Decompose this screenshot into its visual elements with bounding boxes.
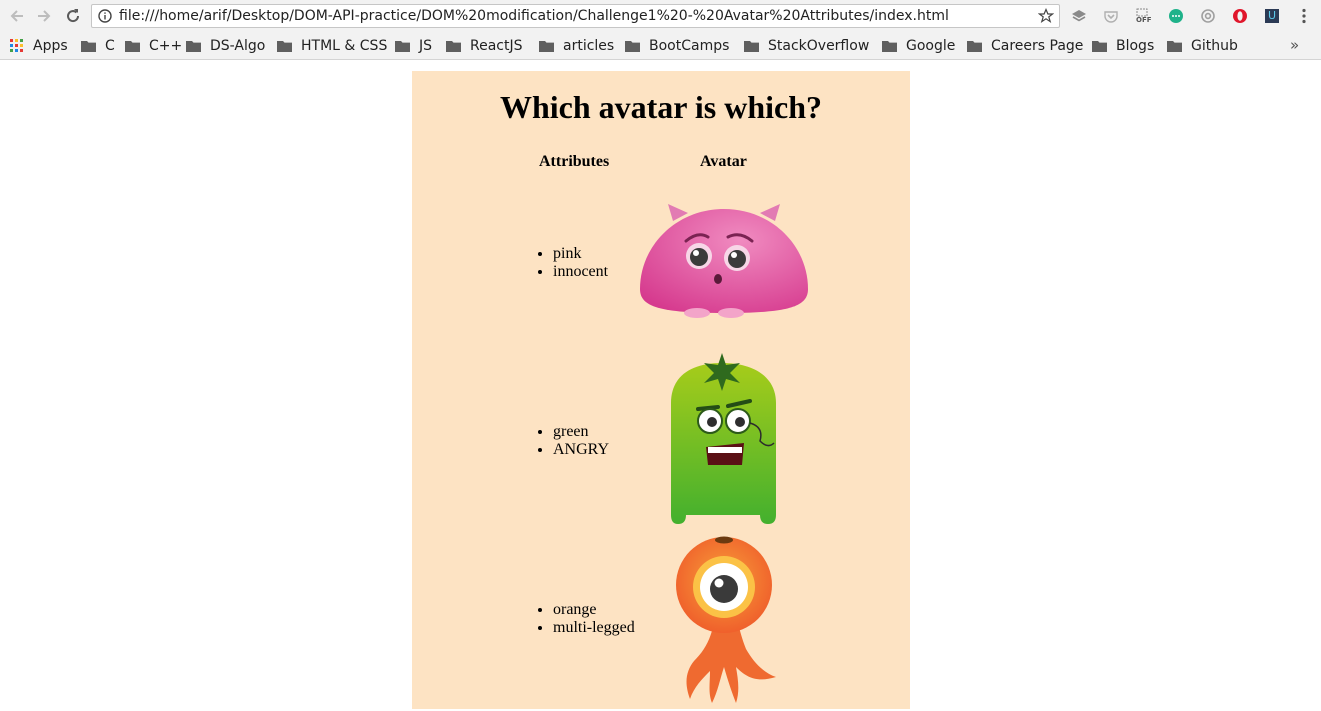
bookmark-label: Apps	[33, 38, 68, 54]
forward-button[interactable]	[33, 5, 55, 27]
reload-button[interactable]	[62, 5, 84, 27]
folder-icon	[539, 41, 554, 52]
bookmark-label: Careers Page	[991, 38, 1084, 54]
folder-icon	[446, 41, 461, 52]
folder-icon	[125, 41, 140, 52]
folder-icon	[186, 41, 201, 52]
attribute-item: ANGRY	[553, 441, 609, 459]
chat-icon[interactable]	[1168, 8, 1184, 24]
bookmark-apps[interactable]: Apps	[10, 36, 68, 56]
bookmark-folder-cpp[interactable]: C++	[125, 36, 182, 56]
more-vert-icon	[1302, 8, 1306, 24]
address-url[interactable]: file:///home/arif/Desktop/DOM-API-practi…	[119, 8, 949, 24]
attribute-item: green	[553, 423, 609, 441]
more-bookmarks-chevron[interactable]: »	[1290, 36, 1299, 54]
bookmark-label: articles	[563, 38, 615, 54]
pink-monster-icon	[640, 204, 808, 318]
forward-arrow-icon	[38, 10, 51, 22]
attribute-list-orange: orange multi-legged	[533, 601, 635, 637]
bookmark-folder-google[interactable]: Google	[882, 36, 955, 56]
bookmark-folder-html-css[interactable]: HTML & CSS	[277, 36, 387, 56]
folder-icon	[277, 41, 292, 52]
folder-icon	[967, 41, 982, 52]
bookmark-star-icon[interactable]	[1038, 8, 1054, 24]
bookmarks-bar: Apps C C++ DS-Algo HTML & CSS JS ReactJS…	[0, 33, 1321, 60]
apps-grid-icon	[10, 39, 23, 52]
page-title: Which avatar is which?	[499, 89, 823, 125]
udacity-label: U	[1268, 9, 1277, 22]
bookmark-folder-articles[interactable]: articles	[539, 36, 614, 56]
bookmark-folder-stackoverflow[interactable]: StackOverflow	[744, 36, 869, 56]
back-button[interactable]	[6, 5, 28, 27]
folder-icon	[1092, 41, 1107, 52]
back-arrow-icon	[10, 10, 23, 22]
browser-toolbar: file:///home/arif/Desktop/DOM-API-practi…	[0, 0, 1321, 33]
folder-icon	[1167, 41, 1182, 52]
bookmark-folder-js[interactable]: JS	[395, 36, 432, 56]
attribute-item: orange	[553, 601, 635, 619]
folder-icon	[81, 41, 96, 52]
bookmark-label: HTML & CSS	[301, 38, 388, 54]
bookmark-label: BootCamps	[649, 38, 730, 54]
off-icon[interactable]: OFF	[1135, 8, 1152, 24]
bookmark-folder-github[interactable]: Github	[1167, 36, 1238, 56]
bookmark-folder-bootcamps[interactable]: BootCamps	[625, 36, 729, 56]
off-label: OFF	[1136, 16, 1152, 24]
info-icon[interactable]	[98, 9, 112, 23]
opera-icon[interactable]	[1232, 8, 1248, 24]
bookmark-label: StackOverflow	[768, 38, 870, 54]
bookmark-label: JS	[419, 38, 433, 54]
avatar-column-header: Avatar	[700, 153, 747, 170]
folder-icon	[744, 41, 759, 52]
attribute-list-pink: pink innocent	[533, 245, 608, 281]
bookmark-label: DS-Algo	[210, 38, 266, 54]
address-bar[interactable]: file:///home/arif/Desktop/DOM-API-practi…	[91, 4, 1060, 28]
udacity-icon[interactable]: U	[1264, 8, 1280, 24]
attribute-item: innocent	[553, 263, 608, 281]
layers-icon[interactable]	[1071, 8, 1087, 24]
bookmark-label: C	[105, 38, 115, 54]
at-sign-icon[interactable]	[1200, 8, 1216, 24]
bookmark-folder-ds-algo[interactable]: DS-Algo	[186, 36, 265, 56]
attribute-item: multi-legged	[553, 619, 635, 637]
bookmark-folder-careers-page[interactable]: Careers Page	[967, 36, 1083, 56]
bookmark-label: C++	[149, 38, 183, 54]
reload-icon	[67, 9, 80, 23]
attribute-list-green: green ANGRY	[533, 423, 609, 459]
browser-menu-button[interactable]	[1297, 6, 1311, 26]
pocket-icon[interactable]	[1103, 8, 1119, 24]
bookmark-label: Blogs	[1116, 38, 1155, 54]
bookmark-label: Github	[1191, 38, 1238, 54]
folder-icon	[882, 41, 897, 52]
green-monster-icon	[671, 353, 776, 524]
orange-monster-icon	[676, 536, 776, 703]
attributes-column-header: Attributes	[539, 153, 610, 170]
bookmark-label: Google	[906, 38, 956, 54]
bookmark-folder-c[interactable]: C	[81, 36, 115, 56]
folder-icon	[625, 41, 640, 52]
bookmark-folder-blogs[interactable]: Blogs	[1092, 36, 1154, 56]
bookmark-folder-reactjs[interactable]: ReactJS	[446, 36, 523, 56]
content-card: Which avatar is which? Attributes Avatar…	[412, 71, 910, 709]
attribute-item: pink	[553, 245, 608, 263]
folder-icon	[395, 41, 410, 52]
bookmark-label: ReactJS	[470, 38, 523, 54]
